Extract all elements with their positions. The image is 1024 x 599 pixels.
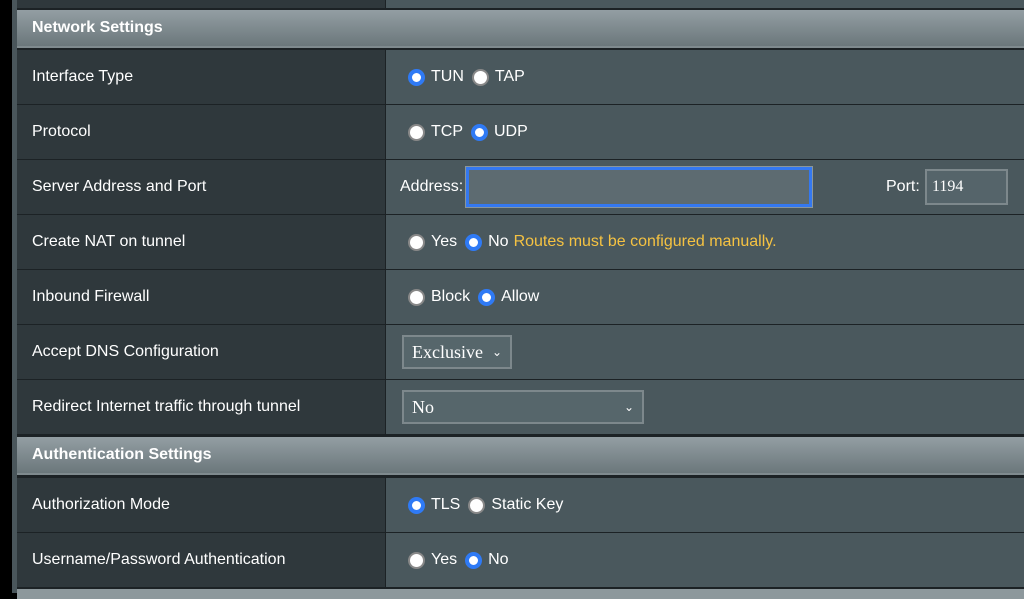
radio-icon[interactable] — [408, 233, 425, 251]
radio-icon[interactable] — [471, 68, 489, 86]
radio-selected-icon[interactable] — [408, 68, 425, 86]
radio-nat-yes[interactable]: Yes — [408, 233, 457, 251]
chevron-down-icon: ⌄ — [623, 400, 634, 414]
radio-icon[interactable] — [468, 496, 486, 514]
radio-udp[interactable]: UDP — [471, 123, 528, 141]
address-input[interactable] — [465, 166, 814, 208]
row-interface-type: Interface Type TUN TAP — [17, 50, 1024, 104]
network-settings-header: Network Settings — [17, 10, 1024, 48]
radio-tcp[interactable]: TCP — [408, 123, 463, 141]
radio-userpass-yes[interactable]: Yes — [408, 551, 457, 569]
radio-static-key[interactable]: Static Key — [468, 496, 563, 514]
radio-allow[interactable]: Allow — [478, 288, 539, 306]
chevron-down-icon: ⌄ — [491, 345, 502, 359]
row-redirect: Redirect Internet traffic through tunnel… — [17, 380, 1024, 434]
radio-icon[interactable] — [408, 551, 425, 569]
auth-settings-header: Authentication Settings — [17, 437, 1024, 475]
radio-selected-icon[interactable] — [465, 233, 483, 251]
port-input[interactable] — [925, 169, 1008, 205]
radio-block[interactable]: Block — [408, 288, 470, 306]
dns-select[interactable]: Exclusive ⌄ — [402, 335, 512, 369]
radio-selected-icon[interactable] — [478, 288, 496, 306]
radio-selected-icon[interactable] — [408, 496, 425, 514]
row-firewall: Inbound Firewall Block Allow — [17, 270, 1024, 324]
row-server-address: Server Address and Port Address: Port: — [17, 160, 1024, 214]
row-dns: Accept DNS Configuration Exclusive ⌄ — [17, 325, 1024, 379]
radio-tap[interactable]: TAP — [471, 68, 525, 86]
row-nat: Create NAT on tunnel Yes No Routes must … — [17, 215, 1024, 269]
next-section-header — [17, 589, 1024, 599]
radio-selected-icon[interactable] — [465, 551, 483, 569]
radio-tun[interactable]: TUN — [408, 68, 464, 86]
nat-note: Routes must be configured manually. — [513, 233, 777, 250]
row-auth-mode: Authorization Mode TLS Static Key — [17, 478, 1024, 532]
radio-nat-no[interactable]: No — [465, 233, 509, 251]
radio-userpass-no[interactable]: No — [465, 551, 509, 569]
radio-icon[interactable] — [408, 288, 425, 306]
redirect-select[interactable]: No ⌄ — [402, 390, 644, 424]
row-protocol: Protocol TCP UDP — [17, 105, 1024, 159]
radio-icon[interactable] — [408, 123, 425, 141]
row-userpass: Username/Password Authentication Yes No — [17, 533, 1024, 587]
settings-table: Network Settings Interface Type TUN TAP … — [17, 0, 1024, 599]
radio-selected-icon[interactable] — [471, 123, 488, 141]
radio-tls[interactable]: TLS — [408, 496, 460, 514]
